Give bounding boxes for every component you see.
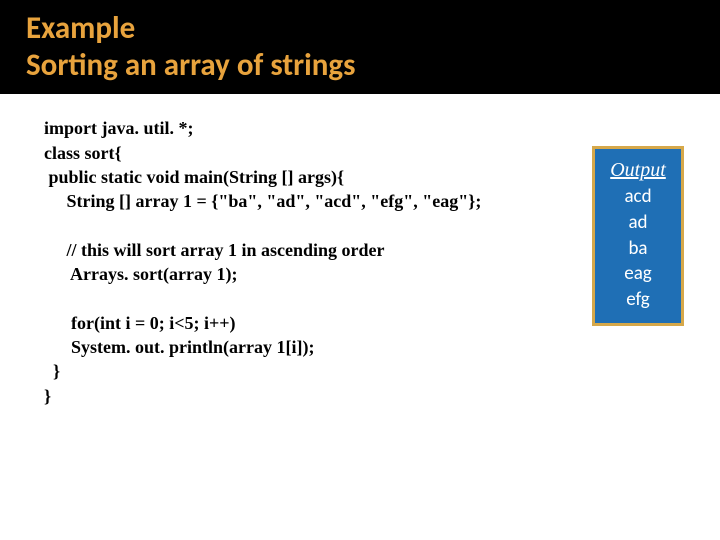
title-line-2: Sorting an array of strings (26, 47, 700, 84)
output-row: ba (601, 236, 675, 262)
slide: Example Sorting an array of strings impo… (0, 0, 720, 540)
code-line: class sort{ (44, 143, 122, 163)
code-line: String [] array 1 = {"ba", "ad", "acd", … (44, 191, 481, 211)
code-line: // this will sort array 1 in ascending o… (44, 240, 385, 260)
code-line: } (44, 386, 51, 406)
output-title: Output (601, 157, 675, 184)
code-line: public static void main(String [] args){ (44, 167, 344, 187)
title-bar: Example Sorting an array of strings (0, 0, 720, 94)
code-line: import java. util. *; (44, 118, 193, 138)
title-line-1: Example (26, 10, 700, 47)
output-row: acd (601, 184, 675, 210)
output-row: ad (601, 210, 675, 236)
output-row: efg (601, 287, 675, 313)
code-line: System. out. println(array 1[i]); (44, 337, 314, 357)
code-line: } (44, 361, 60, 381)
code-line: Arrays. sort(array 1); (44, 264, 237, 284)
output-box: Output acd ad ba eag efg (592, 146, 684, 325)
code-line: for(int i = 0; i<5; i++) (44, 313, 236, 333)
content-area: import java. util. *; class sort{ public… (0, 94, 720, 408)
output-row: eag (601, 261, 675, 287)
